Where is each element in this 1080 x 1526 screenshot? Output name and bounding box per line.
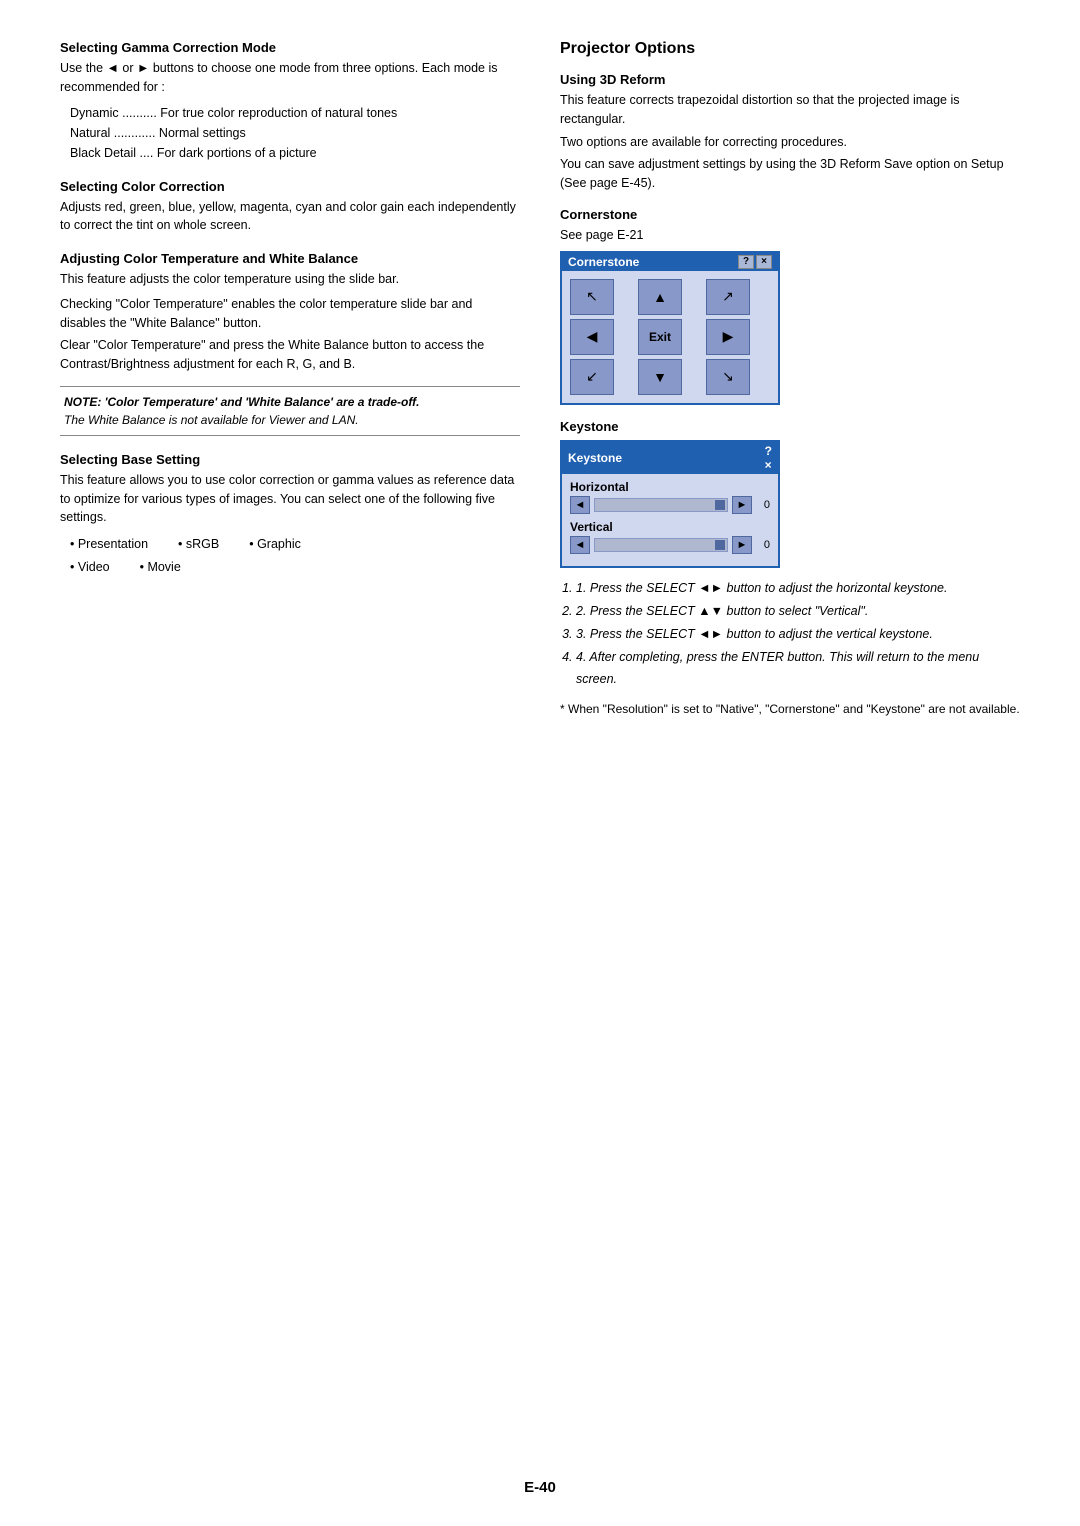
keystone-section-title: Keystone <box>560 419 1020 434</box>
bullet-movie: • Movie <box>140 556 181 579</box>
color-correction-text: Adjusts red, green, blue, yellow, magent… <box>60 198 520 236</box>
cornerstone-btn-right[interactable]: ▶ <box>706 319 750 355</box>
gamma-black-detail: Black Detail .... For dark portions of a… <box>70 143 520 163</box>
instruction-2: 2. Press the SELECT ▲▼ button to select … <box>576 601 1020 622</box>
cornerstone-controls: ? × <box>738 255 772 269</box>
cornerstone-btn-top[interactable]: ▲ <box>638 279 682 315</box>
projector-options-title: Projector Options <box>560 40 1020 58</box>
cornerstone-close-btn[interactable]: × <box>756 255 772 269</box>
keystone-h-left-arrow[interactable]: ◄ <box>570 496 590 514</box>
note-bold-text: NOTE: 'Color Temperature' and 'White Bal… <box>64 395 419 409</box>
keystone-h-value: 0 <box>756 499 770 511</box>
keystone-title-bar: Keystone ? × <box>562 442 778 474</box>
bullet-list: • Presentation • sRGB • Graphic • Video … <box>70 533 520 578</box>
bullet-graphic: • Graphic <box>249 533 301 556</box>
bullet-presentation: • Presentation <box>70 533 148 556</box>
keystone-controls: ? × <box>765 444 772 472</box>
page: Selecting Gamma Correction Mode Use the … <box>0 0 1080 1526</box>
cornerstone-btn-bottomright[interactable]: ↘ <box>706 359 750 395</box>
keystone-close-btn[interactable]: × <box>765 458 772 472</box>
cornerstone-btn-left[interactable]: ◀ <box>570 319 614 355</box>
instruction-3: 3. Press the SELECT ◄► button to adjust … <box>576 624 1020 645</box>
gamma-text: Use the ◄ or ► buttons to choose one mod… <box>60 59 520 97</box>
page-number: E-40 <box>524 1479 556 1496</box>
keystone-h-right-arrow[interactable]: ► <box>732 496 752 514</box>
instructions-list: 1. Press the SELECT ◄► button to adjust … <box>560 578 1020 690</box>
color-temp-text1: This feature adjusts the color temperatu… <box>60 270 520 289</box>
cornerstone-dialog-title: Cornerstone <box>568 255 639 269</box>
cornerstone-grid: ↖ ▲ ↗ ◀ Exit ▶ ↙ ▼ ↘ <box>562 271 778 403</box>
keystone-inner: Horizontal ◄ ► 0 Vertical ◄ <box>562 474 778 566</box>
cornerstone-page-ref: See page E-21 <box>560 226 1020 245</box>
gamma-natural: Natural ............ Normal settings <box>70 123 520 143</box>
cornerstone-help-btn[interactable]: ? <box>738 255 754 269</box>
color-temp-text3: Clear "Color Temperature" and press the … <box>60 336 520 374</box>
3d-reform-text2: Two options are available for correcting… <box>560 133 1020 152</box>
keystone-h-thumb <box>715 500 725 510</box>
cornerstone-btn-topleft[interactable]: ↖ <box>570 279 614 315</box>
bullet-row-2: • Video • Movie <box>70 556 520 579</box>
cornerstone-exit-btn[interactable]: Exit <box>638 319 682 355</box>
note-box: NOTE: 'Color Temperature' and 'White Bal… <box>60 386 520 436</box>
color-temp-title: Adjusting Color Temperature and White Ba… <box>60 251 520 266</box>
keystone-v-slider-row: ◄ ► 0 <box>570 536 770 554</box>
gamma-dynamic: Dynamic .......... For true color reprod… <box>70 103 520 123</box>
footnote: * When "Resolution" is set to "Native", … <box>560 700 1020 718</box>
right-column: Projector Options Using 3D Reform This f… <box>560 40 1020 718</box>
bullet-row-1: • Presentation • sRGB • Graphic <box>70 533 520 556</box>
keystone-v-value: 0 <box>756 539 770 551</box>
cornerstone-title-bar: Cornerstone ? × <box>562 253 778 271</box>
keystone-v-thumb <box>715 540 725 550</box>
base-setting-text: This feature allows you to use color cor… <box>60 471 520 527</box>
keystone-vertical-label: Vertical <box>570 520 770 534</box>
note-italic-text: The White Balance is not available for V… <box>64 413 359 427</box>
keystone-h-slider-row: ◄ ► 0 <box>570 496 770 514</box>
color-temp-text2: Checking "Color Temperature" enables the… <box>60 295 520 333</box>
keystone-v-right-arrow[interactable]: ► <box>732 536 752 554</box>
bullet-video: • Video <box>70 556 110 579</box>
instruction-4: 4. After completing, press the ENTER but… <box>576 647 1020 690</box>
keystone-horizontal-label: Horizontal <box>570 480 770 494</box>
gamma-title: Selecting Gamma Correction Mode <box>60 40 520 55</box>
cornerstone-dialog: Cornerstone ? × ↖ ▲ ↗ ◀ Exit ▶ ↙ <box>560 251 780 405</box>
keystone-v-track[interactable] <box>594 538 728 552</box>
color-correction-title: Selecting Color Correction <box>60 179 520 194</box>
cornerstone-btn-bottom[interactable]: ▼ <box>638 359 682 395</box>
keystone-help-btn[interactable]: ? <box>765 444 772 458</box>
cornerstone-btn-topright[interactable]: ↗ <box>706 279 750 315</box>
keystone-dialog-title: Keystone <box>568 451 622 465</box>
3d-reform-title: Using 3D Reform <box>560 72 1020 87</box>
keystone-dialog: Keystone ? × Horizontal ◄ ► 0 <box>560 440 780 568</box>
instruction-1: 1. Press the SELECT ◄► button to adjust … <box>576 578 1020 599</box>
bullet-srgb: • sRGB <box>178 533 219 556</box>
3d-reform-text3: You can save adjustment settings by usin… <box>560 155 1020 193</box>
3d-reform-text1: This feature corrects trapezoidal distor… <box>560 91 1020 129</box>
keystone-h-track[interactable] <box>594 498 728 512</box>
cornerstone-section-title: Cornerstone <box>560 207 1020 222</box>
keystone-v-left-arrow[interactable]: ◄ <box>570 536 590 554</box>
cornerstone-btn-bottomleft[interactable]: ↙ <box>570 359 614 395</box>
base-setting-title: Selecting Base Setting <box>60 452 520 467</box>
left-column: Selecting Gamma Correction Mode Use the … <box>60 40 520 718</box>
